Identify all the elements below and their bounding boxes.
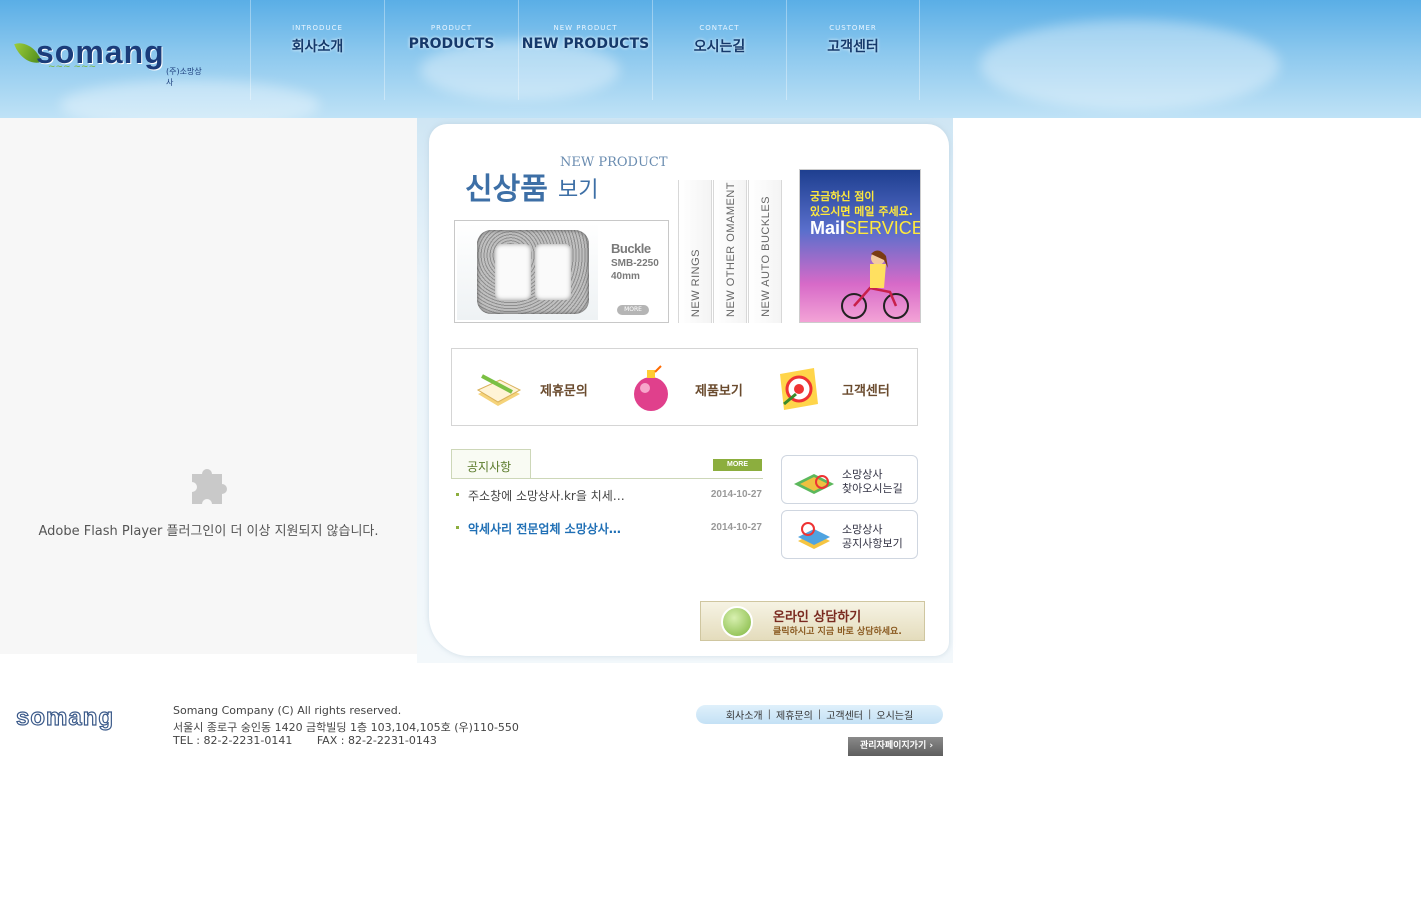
featured-product-card[interactable]: Buckle SMB-2250 40mm MORE bbox=[454, 220, 669, 323]
nav-item-label: PRODUCTS bbox=[408, 36, 495, 52]
flash-placeholder: Adobe Flash Player 플러그인이 더 이상 지원되지 않습니다. bbox=[0, 118, 417, 654]
new-product-heading-en: NEW PRODUCT bbox=[560, 155, 668, 170]
mail-banner-line1: 궁금하신 점이 bbox=[810, 190, 875, 203]
nav-item-en: NEW PRODUCT bbox=[553, 24, 618, 32]
quick-link-label: 제휴문의 bbox=[540, 384, 588, 399]
nav-item-en: PRODUCT bbox=[430, 24, 473, 32]
online-consult-banner[interactable]: 온라인 상담하기 클릭하시고 지금 바로 상담하세요. bbox=[700, 601, 925, 641]
quick-link-label: 제품보기 bbox=[695, 384, 743, 399]
new-product-heading: 신상품 bbox=[465, 172, 548, 207]
bullet-icon bbox=[456, 526, 459, 529]
notice-item[interactable]: 악세사리 전문업체 소망상사… 2014-10-27 bbox=[454, 520, 762, 540]
tab-label: NEW OTHER OMAMENT bbox=[725, 182, 737, 317]
nav-item-label: 오시는길 bbox=[693, 39, 746, 55]
buckle-hole bbox=[535, 244, 571, 300]
nav-contact[interactable]: CONTACT 오시는길 bbox=[652, 0, 786, 100]
map-magnifier-icon bbox=[794, 474, 834, 494]
buckle-image bbox=[477, 230, 589, 314]
footer-link-about[interactable]: 회사소개 bbox=[726, 707, 763, 722]
notice-view-button[interactable]: 소망상사 공지사항보기 bbox=[781, 510, 918, 559]
footer-address: 서울시 종로구 숭인동 1420 금학빌딩 1층 103,104,105호 (우… bbox=[173, 721, 519, 734]
product-name: Buckle bbox=[611, 241, 651, 256]
side-button-line2: 찾아오시는길 bbox=[842, 482, 903, 495]
separator: | bbox=[817, 709, 822, 720]
nav-item-en: CUSTOMER bbox=[829, 24, 877, 32]
tab-new-auto-buckles[interactable]: NEW AUTO BUCKLES bbox=[748, 180, 782, 323]
plugin-puzzle-icon bbox=[192, 469, 227, 504]
site-logo[interactable]: somang ~~~ ~~~ (주)소망상사 bbox=[14, 34, 208, 87]
consult-title: 온라인 상담하기 bbox=[773, 610, 862, 625]
service-word: SERVICE bbox=[845, 218, 921, 238]
consult-subtitle: 클릭하시고 지금 바로 상담하세요. bbox=[773, 627, 902, 637]
target-dart-icon bbox=[780, 368, 818, 410]
product-model: SMB-2250 bbox=[611, 258, 659, 269]
mail-banner-title: MailSERVICE bbox=[810, 218, 921, 239]
girl-bicycle-icon bbox=[841, 250, 909, 319]
directions-button[interactable]: 소망상사 찾아오시는길 bbox=[781, 455, 918, 504]
footer-link-contact[interactable]: 오시는길 bbox=[876, 707, 913, 722]
nav-item-en: INTRODUCE bbox=[292, 24, 343, 32]
main-nav: INTRODUCE 회사소개 PRODUCT PRODUCTS NEW PROD… bbox=[250, 0, 920, 100]
notice-more-button[interactable]: MORE bbox=[713, 459, 762, 471]
notice-item-title: 악세사리 전문업체 소망상사… bbox=[468, 522, 621, 536]
tab-label: NEW AUTO BUCKLES bbox=[760, 196, 772, 317]
flash-unsupported-message: Adobe Flash Player 플러그인이 더 이상 지원되지 않습니다. bbox=[38, 524, 379, 539]
separator: | bbox=[868, 709, 872, 720]
footer-copyright: Somang Company (C) All rights reserved. bbox=[173, 704, 402, 717]
nav-item-en: CONTACT bbox=[699, 24, 740, 32]
quick-link-customer-center[interactable]: 고객센터 bbox=[774, 364, 904, 414]
notebook-pencil-icon bbox=[476, 374, 522, 406]
nav-products[interactable]: PRODUCT PRODUCTS bbox=[384, 0, 518, 100]
books-magnifier-icon bbox=[798, 522, 830, 549]
tab-new-rings[interactable]: NEW RINGS bbox=[678, 180, 712, 323]
footer-link-partnership[interactable]: 제휴문의 bbox=[776, 707, 813, 722]
tab-label: NEW RINGS bbox=[690, 248, 702, 317]
new-product-heading-suffix: 보기 bbox=[558, 178, 599, 203]
cloud-decoration bbox=[980, 20, 1280, 110]
tab-new-other-ornament[interactable]: NEW OTHER OMAMENT bbox=[713, 180, 747, 323]
bullet-icon bbox=[456, 493, 459, 496]
mail-word: Mail bbox=[810, 218, 846, 238]
notice-item[interactable]: 주소창에 소망상사.kr을 치세… 2014-10-27 bbox=[454, 487, 762, 507]
quick-links-box: 제휴문의 제품보기 고객센터 bbox=[451, 348, 918, 426]
ball-ornament-icon bbox=[634, 365, 668, 411]
admin-page-button[interactable]: 관리자페이지가기 › bbox=[848, 737, 943, 756]
notice-item-date: 2014-10-27 bbox=[710, 522, 762, 533]
nav-item-label: 회사소개 bbox=[291, 39, 344, 55]
nav-new-products[interactable]: NEW PRODUCT NEW PRODUCTS bbox=[518, 0, 652, 100]
chevron-right-icon: › bbox=[929, 741, 934, 751]
nav-item-label: 고객센터 bbox=[827, 39, 879, 55]
quick-link-partnership[interactable]: 제휴문의 bbox=[472, 364, 602, 414]
notice-divider bbox=[451, 478, 763, 479]
quick-link-products[interactable]: 제품보기 bbox=[627, 364, 757, 414]
consult-document-icon bbox=[721, 606, 753, 638]
mail-service-banner[interactable]: 궁금하신 점이 있으시면 메일 주세요. MailSERVICE bbox=[799, 169, 921, 323]
separator: | bbox=[767, 709, 771, 720]
product-size: 40mm bbox=[611, 271, 640, 282]
product-image bbox=[457, 223, 598, 320]
notice-title: 공지사항 bbox=[467, 460, 512, 474]
notice-item-date: 2014-10-27 bbox=[710, 489, 762, 500]
logo-script: ~~~ ~~~ bbox=[48, 62, 97, 72]
logo-company-name: (주)소망상사 bbox=[166, 67, 202, 87]
side-button-line2: 공지사항보기 bbox=[842, 537, 903, 550]
notice-item-title: 주소창에 소망상사.kr을 치세… bbox=[468, 489, 625, 503]
quick-link-label: 고객센터 bbox=[842, 384, 890, 399]
nav-introduce[interactable]: INTRODUCE 회사소개 bbox=[250, 0, 384, 100]
footer-links: 회사소개 | 제휴문의 | 고객센터 | 오시는길 bbox=[696, 705, 943, 724]
product-more-button[interactable]: MORE bbox=[617, 305, 649, 315]
footer-contact: TEL : 82-2-2231-0141 FAX : 82-2-2231-014… bbox=[173, 734, 437, 747]
footer-logo: somang bbox=[15, 703, 115, 731]
footer-link-customer[interactable]: 고객센터 bbox=[826, 707, 863, 722]
buckle-hole bbox=[495, 244, 531, 300]
nav-customer[interactable]: CUSTOMER 고객센터 bbox=[786, 0, 920, 100]
site-header: somang ~~~ ~~~ (주)소망상사 INTRODUCE 회사소개 PR… bbox=[0, 0, 1421, 118]
nav-item-label: NEW PRODUCTS bbox=[521, 36, 650, 52]
admin-button-label: 관리자페이지가기 bbox=[860, 741, 927, 751]
mail-banner-line2: 있으시면 메일 주세요. bbox=[810, 205, 913, 218]
